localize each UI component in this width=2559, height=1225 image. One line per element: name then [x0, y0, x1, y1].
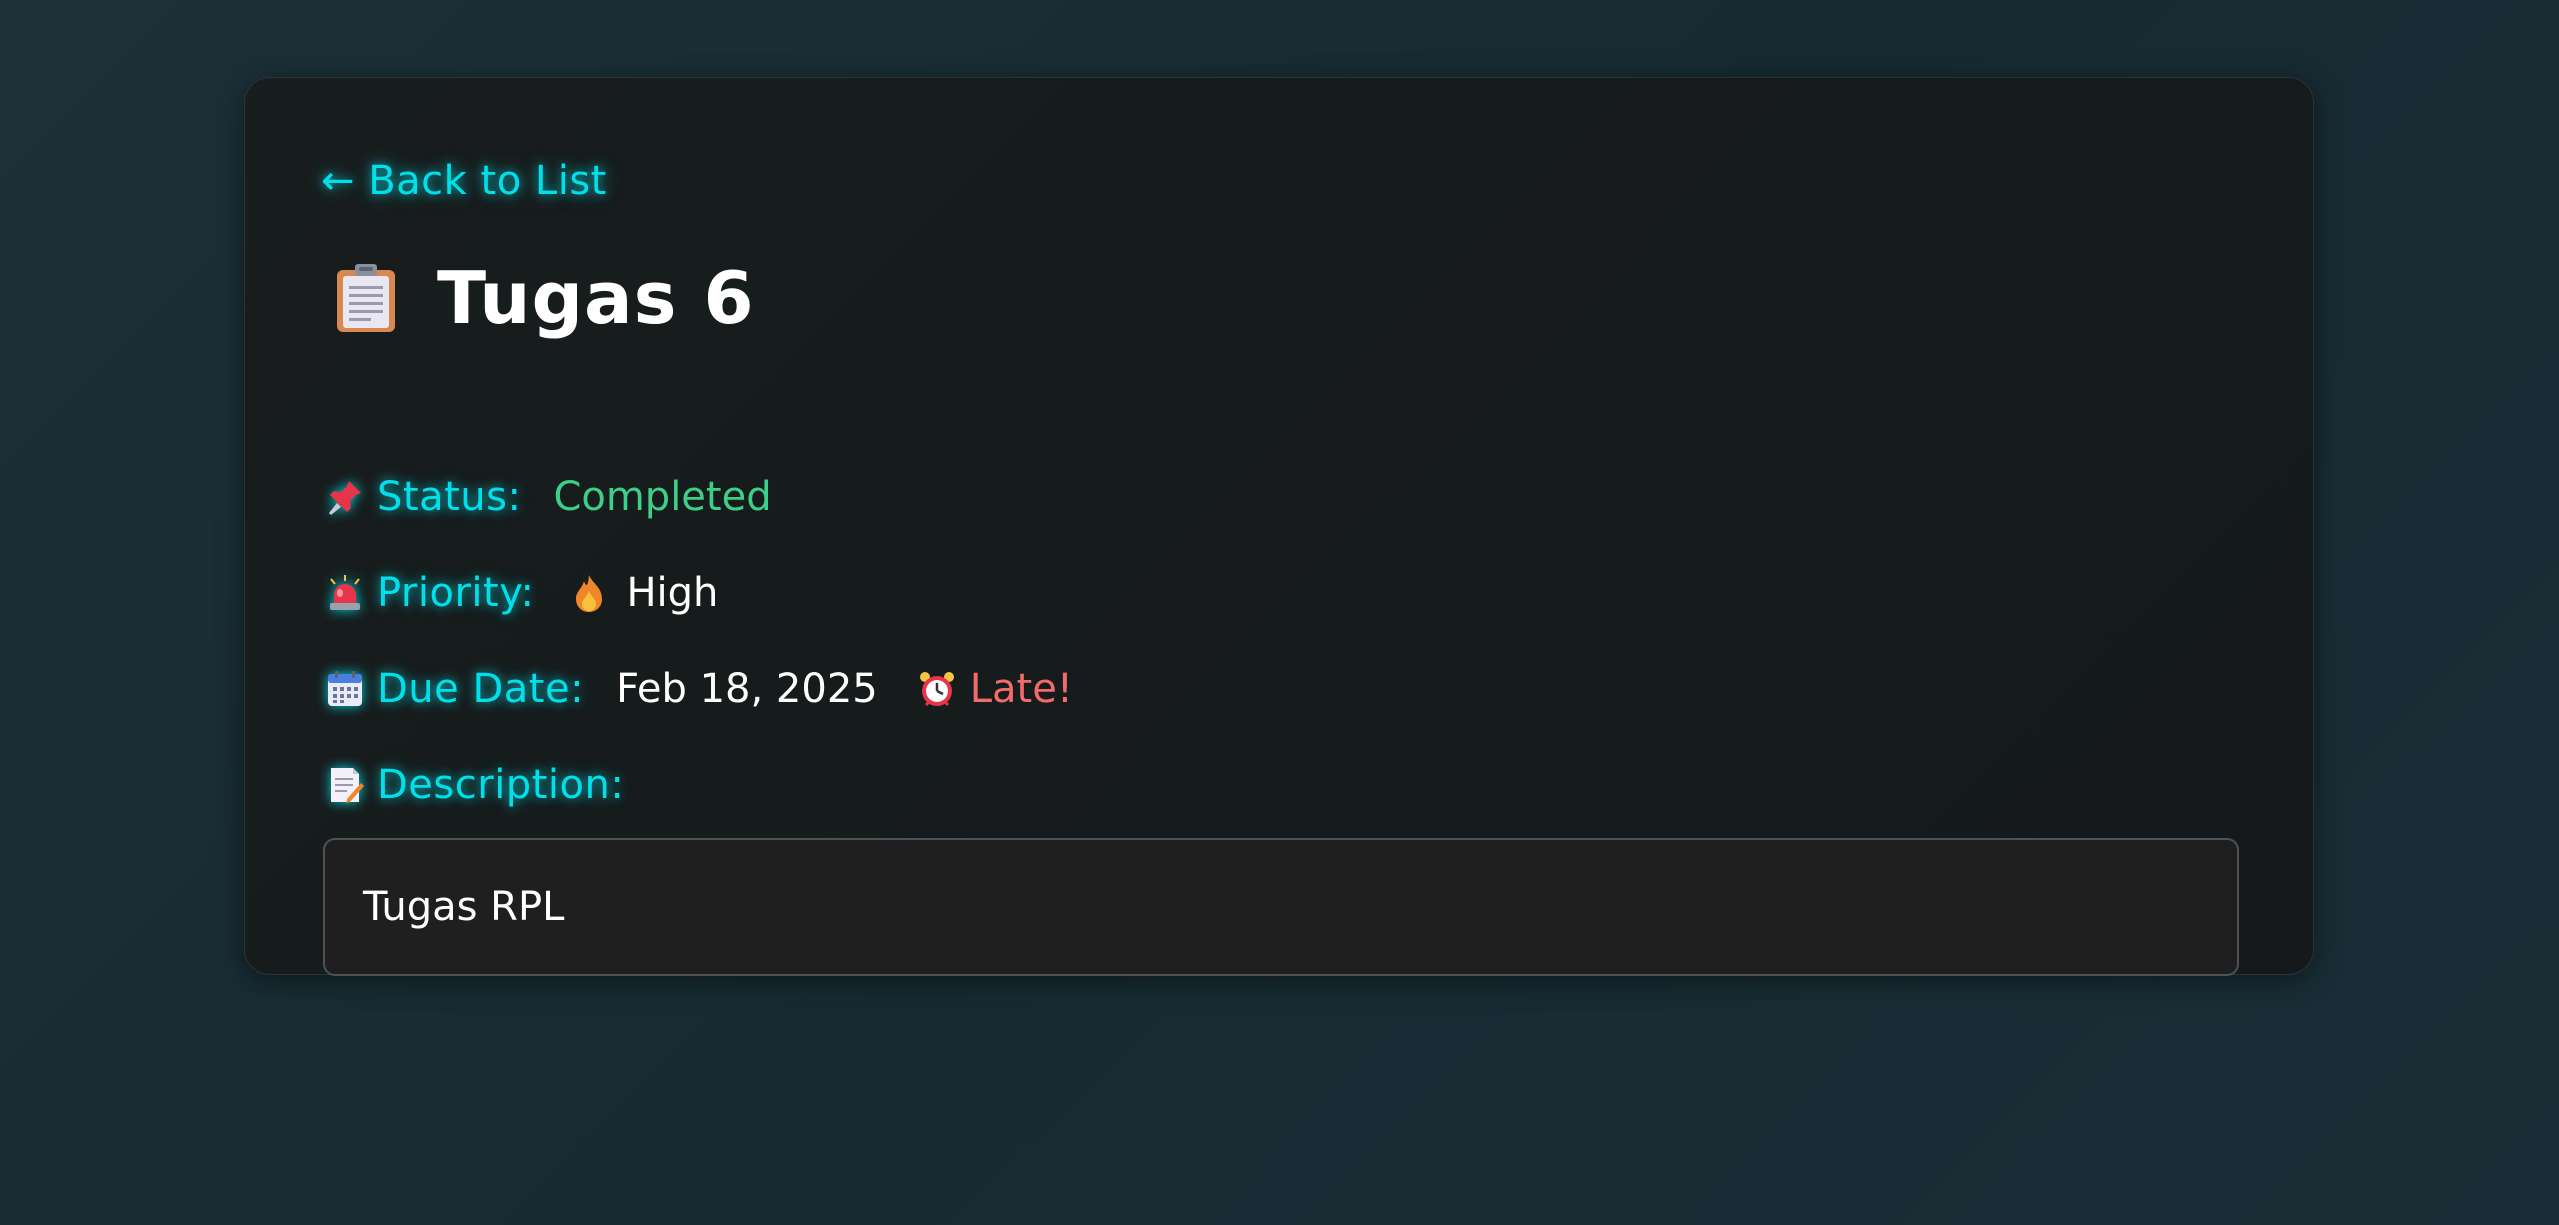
page-title: Tugas 6: [437, 256, 755, 340]
fire-icon: [576, 575, 603, 612]
status-label: Status:: [377, 474, 522, 520]
due-date-row: Due Date: Feb 18, 2025 Late!: [325, 666, 1073, 712]
siren-icon: [330, 575, 360, 610]
due-date-label: Due Date:: [377, 666, 585, 712]
priority-row: Priority: High: [325, 570, 718, 616]
memo-icon: [331, 768, 364, 803]
clipboard-icon: [337, 264, 395, 332]
late-indicator: Late!: [918, 666, 1073, 712]
task-detail-card: ← Back to List Tugas 6 Status: Completed: [244, 77, 2314, 976]
calendar-icon: [328, 671, 362, 706]
status-row: Status: Completed: [325, 474, 772, 520]
pushpin-icon: [329, 481, 361, 515]
due-date-value: Feb 18, 2025: [616, 666, 878, 712]
priority-value-wrap: High: [572, 570, 718, 616]
description-label: Description:: [377, 762, 625, 808]
priority-label: Priority:: [377, 570, 535, 616]
priority-value: High: [626, 570, 719, 616]
description-text: Tugas RPL: [363, 884, 565, 930]
alarm-clock-icon: [919, 672, 954, 707]
late-text: Late!: [969, 666, 1073, 712]
title-row: Tugas 6: [335, 256, 755, 340]
description-row: Description:: [325, 762, 624, 808]
description-box: Tugas RPL: [323, 838, 2239, 976]
back-to-list-link[interactable]: ← Back to List: [321, 158, 607, 204]
status-value: Completed: [553, 474, 772, 520]
